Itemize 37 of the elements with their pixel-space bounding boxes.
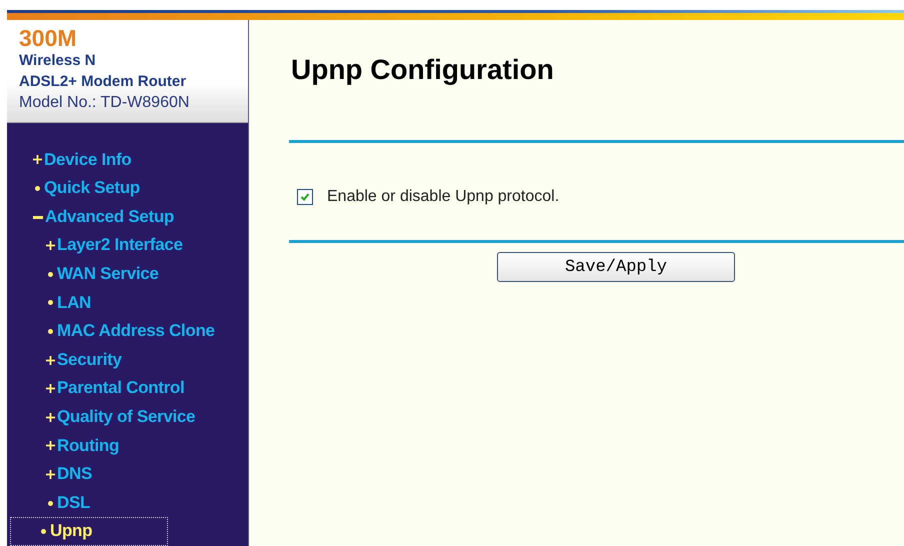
plus-icon <box>46 470 55 480</box>
menu-item[interactable]: DNS <box>7 460 248 489</box>
bullet-icon <box>48 500 53 506</box>
bullet-icon <box>41 529 46 534</box>
plus-icon <box>46 356 55 365</box>
bullet-icon <box>48 329 53 334</box>
menu-item[interactable]: LAN <box>7 288 248 318</box>
checkbox[interactable] <box>297 189 313 205</box>
menu-item[interactable]: Layer2 Interface <box>7 231 248 260</box>
bullet-icon <box>48 272 53 277</box>
menu-item[interactable]: Security <box>7 346 248 374</box>
menu-item[interactable]: Routing <box>7 432 248 460</box>
menu-item[interactable]: MAC Address Clone <box>7 317 248 346</box>
product-line: Wireless N <box>19 51 97 71</box>
model-number: Model No.: TD-W8960N <box>19 93 190 113</box>
menu-item[interactable]: Parental Control <box>7 374 248 404</box>
check-icon <box>300 192 310 202</box>
product-name: ADSL2+ Modem Router <box>19 72 188 92</box>
minus-icon <box>33 216 43 219</box>
menu-item[interactable]: Upnp <box>10 517 168 546</box>
plus-icon <box>46 241 55 250</box>
page-title: Upnp Configuration <box>290 53 555 87</box>
menu-item[interactable]: WAN Service <box>7 260 248 289</box>
menu-item[interactable]: Quick Setup <box>7 174 248 203</box>
save-apply-button[interactable]: Save/Apply <box>497 252 735 282</box>
menu-item[interactable]: Quality of Service <box>7 403 248 432</box>
menu-item[interactable]: Device Info <box>7 146 248 174</box>
checkbox-label: Enable or disable Upnp protocol. <box>327 188 560 206</box>
bullet-icon <box>35 186 40 192</box>
brand-capacity: 300M <box>19 26 78 50</box>
plus-icon <box>46 412 55 422</box>
menu-item[interactable]: Advanced Setup <box>7 202 248 232</box>
plus-icon <box>46 441 55 450</box>
plus-icon <box>33 155 42 164</box>
menu-item[interactable]: DSL <box>7 488 248 518</box>
bullet-icon <box>48 300 53 306</box>
plus-icon <box>46 384 55 394</box>
